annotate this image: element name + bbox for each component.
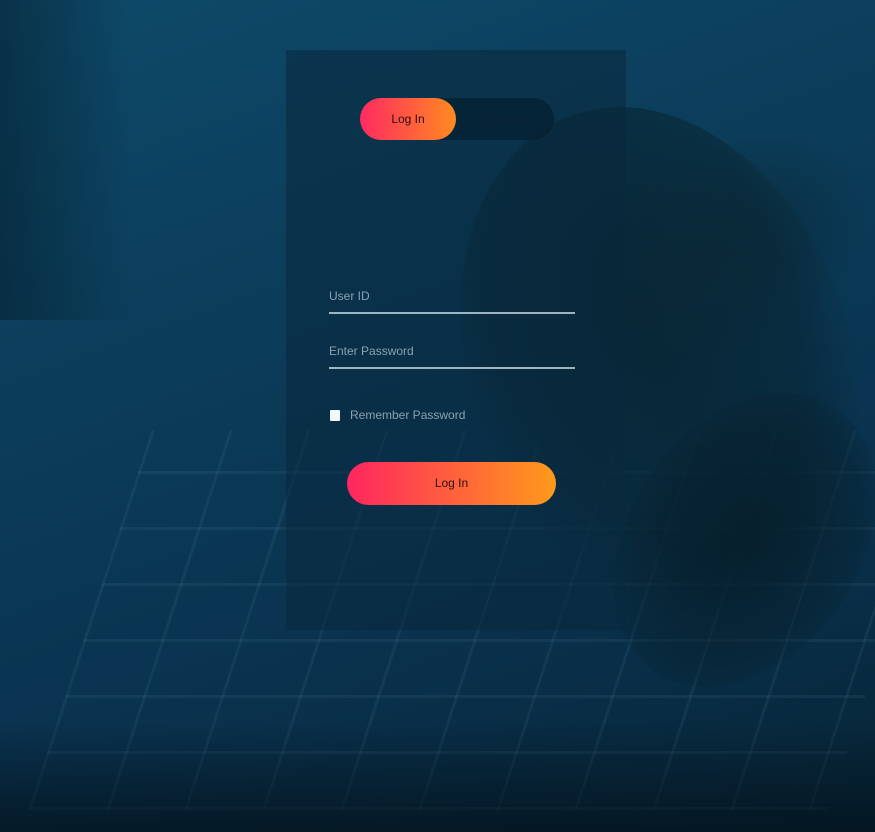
- remember-password-row: Remember Password: [330, 408, 465, 422]
- remember-password-checkbox[interactable]: [330, 409, 340, 421]
- remember-password-label: Remember Password: [350, 408, 466, 422]
- password-field: [329, 337, 575, 369]
- user-id-field: [329, 282, 575, 314]
- login-page: Log In Register Remember Password Log In: [0, 0, 875, 832]
- login-card: Log In Register Remember Password Log In: [286, 50, 626, 630]
- background-bottom-shadow: [0, 720, 875, 832]
- auth-tab-switch: Log In Register: [360, 98, 554, 140]
- password-input[interactable]: [329, 337, 575, 365]
- user-id-input[interactable]: [329, 282, 575, 310]
- login-submit-button[interactable]: Log In: [347, 462, 556, 505]
- background-vignette: [0, 0, 130, 320]
- tab-login[interactable]: Log In: [360, 98, 456, 140]
- tab-register[interactable]: Register: [456, 98, 554, 140]
